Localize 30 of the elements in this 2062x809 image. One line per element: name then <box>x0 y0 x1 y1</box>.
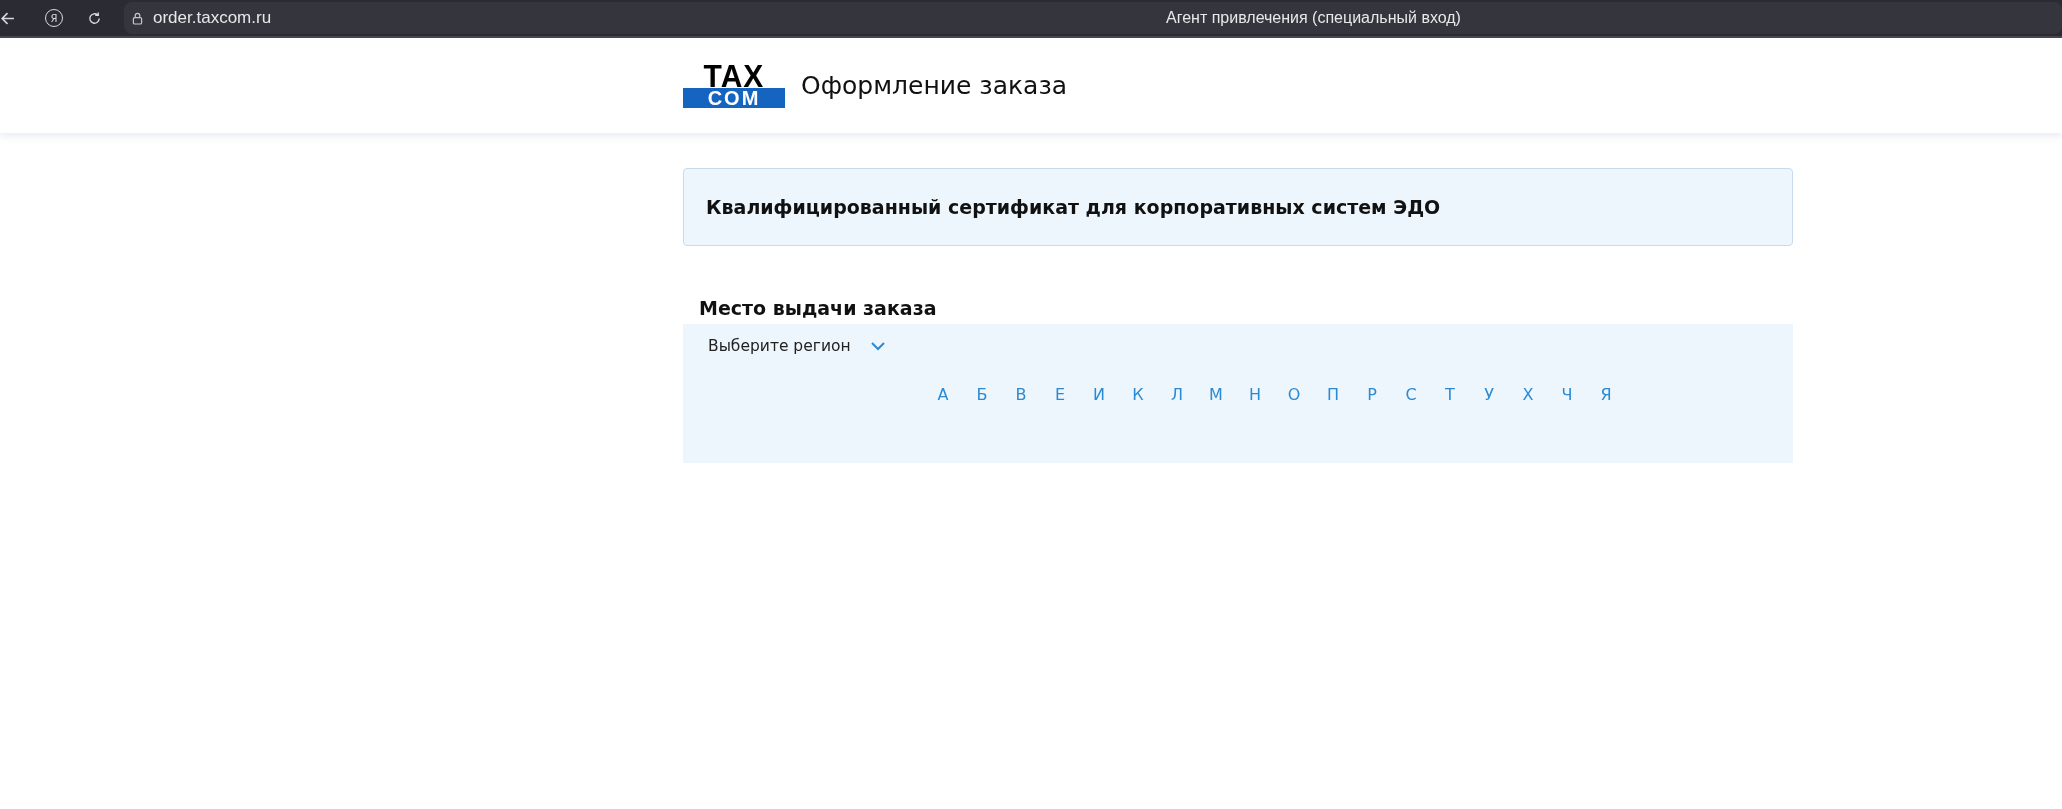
alphabet-link[interactable]: П <box>1324 385 1342 404</box>
alphabet-link[interactable]: Ч <box>1558 385 1576 404</box>
alphabet-link[interactable]: Е <box>1051 385 1069 404</box>
address-bar[interactable]: order.taxcom.ru Агент привлечения (специальный вход) <box>124 2 2062 34</box>
page-heading: Оформление заказа <box>801 71 1067 100</box>
reload-icon[interactable] <box>87 10 102 26</box>
alphabet-link[interactable]: И <box>1090 385 1108 404</box>
logo[interactable]: TAX COM <box>683 63 785 108</box>
chevron-down-icon <box>870 341 885 351</box>
lock-icon <box>132 11 143 25</box>
alphabet-link[interactable]: О <box>1285 385 1303 404</box>
page-title: Агент привлечения (специальный вход) <box>1166 9 1461 27</box>
alphabet-link[interactable]: Р <box>1363 385 1381 404</box>
section-heading: Место выдачи заказа <box>699 296 938 321</box>
alphabet-link[interactable]: У <box>1480 385 1498 404</box>
alphabet-link[interactable]: Л <box>1168 385 1186 404</box>
alphabet-link[interactable]: С <box>1402 385 1420 404</box>
alphabet-link[interactable]: А <box>934 385 952 404</box>
alphabet-link[interactable]: М <box>1207 385 1225 404</box>
back-icon[interactable] <box>0 10 15 26</box>
alphabet-link[interactable]: Я <box>1597 385 1615 404</box>
url-text: order.taxcom.ru <box>153 8 272 28</box>
region-dropdown[interactable]: Выберите регион <box>708 337 885 355</box>
alphabet-link[interactable]: Т <box>1441 385 1459 404</box>
alphabet-link[interactable]: Х <box>1519 385 1537 404</box>
product-title: Квалифицированный сертификат для корпоративных систем ЭДО <box>706 196 1441 218</box>
alphabet-link[interactable]: В <box>1012 385 1030 404</box>
alphabet-link[interactable]: Б <box>973 385 991 404</box>
alphabet-link[interactable]: К <box>1129 385 1147 404</box>
alphabet-link[interactable]: Н <box>1246 385 1264 404</box>
